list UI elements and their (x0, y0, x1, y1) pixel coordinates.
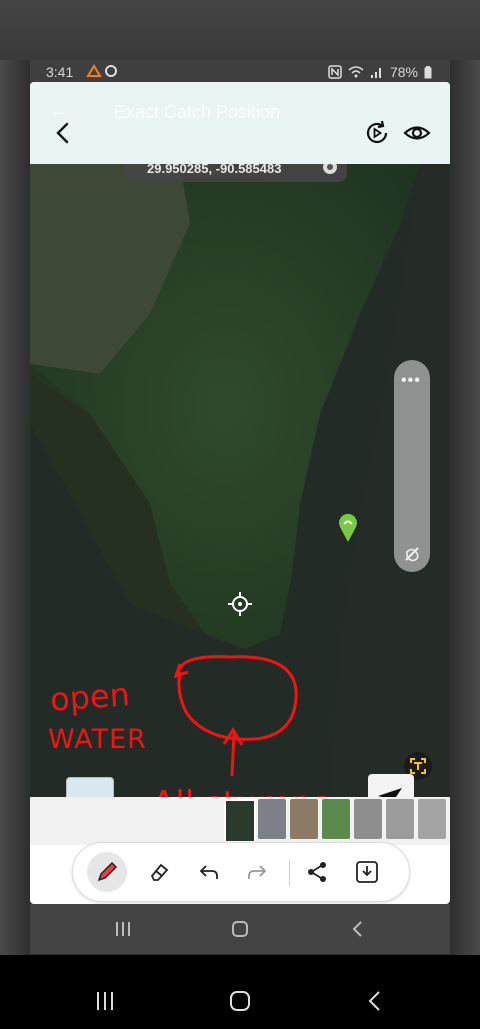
undo-button[interactable] (189, 852, 229, 892)
background-top (0, 0, 480, 60)
photo-thumbnail[interactable] (322, 799, 350, 839)
more-dots-icon[interactable]: ••• (401, 372, 421, 390)
battery-percent: 78% (389, 64, 418, 80)
toolbar-divider (289, 860, 290, 886)
redo-button[interactable] (237, 852, 277, 892)
pen-tool-button[interactable] (87, 852, 127, 892)
back-nav-icon[interactable] (366, 989, 382, 1013)
eraser-icon (150, 863, 169, 881)
app-header: ← Exact Catch Position (30, 82, 450, 164)
photo-thumbnail[interactable] (386, 799, 414, 839)
wifi-icon (348, 66, 364, 78)
status-time: 3:41 (46, 64, 74, 80)
photo-thumbnail[interactable] (258, 799, 286, 839)
photo-thumbnail[interactable] (354, 799, 382, 839)
app-screen: ← Exact Catch Position 29.950285, -90.58… (30, 82, 450, 904)
page-title: Exact Catch Position (114, 102, 281, 122)
coordinates-value: 29.950285, -90.585483 (147, 164, 282, 176)
google-watermark: Goog (38, 878, 75, 894)
eye-icon (403, 126, 431, 140)
download-button[interactable] (347, 852, 387, 892)
photo-thumbnail[interactable] (418, 799, 446, 839)
nfc-icon (328, 65, 342, 79)
replay-icon (366, 120, 388, 144)
eraser-tool-button[interactable] (139, 852, 179, 892)
map-type-thumbnail[interactable] (66, 777, 114, 797)
photo-thumbnail[interactable] (290, 799, 318, 839)
share-icon (308, 862, 326, 882)
background-right (450, 60, 480, 960)
status-bar: 3:41 78% (30, 60, 450, 84)
back-icon (56, 122, 69, 144)
download-icon (356, 861, 378, 883)
status-right: 78% (328, 64, 432, 80)
visibility-button[interactable] (402, 118, 432, 148)
annotation-stumps: All stumps (152, 784, 330, 797)
map-side-menu[interactable]: ••• (394, 360, 430, 572)
inner-navigation-bar (30, 904, 450, 954)
background-left (0, 60, 30, 960)
satellite-map[interactable]: 29.950285, -90.585483 ••• open WATER (30, 164, 450, 797)
photo-thumbnail-strip (30, 797, 450, 845)
back-nav-icon[interactable] (350, 919, 364, 939)
annotation-open: open (48, 675, 132, 719)
home-alert-icon (86, 64, 117, 77)
recents-icon[interactable] (94, 990, 116, 1012)
home-icon[interactable] (228, 989, 252, 1013)
navigate-arrow-icon (378, 788, 402, 797)
annotation-water: WATER (48, 724, 147, 755)
status-app-icons (86, 64, 120, 81)
coordinates-eye-icon[interactable] (321, 164, 339, 176)
share-button[interactable] (297, 852, 337, 892)
recents-icon[interactable] (114, 920, 132, 938)
coordinates-bar: 29.950285, -90.585483 (125, 164, 347, 182)
direction-card[interactable] (368, 774, 414, 797)
photo-thumbnail[interactable] (224, 799, 256, 843)
battery-icon (424, 65, 432, 78)
signal-icon (370, 68, 381, 78)
replay-button[interactable] (362, 118, 392, 148)
hide-layers-icon[interactable] (402, 544, 422, 564)
undo-icon (199, 865, 218, 879)
navigation-bar (0, 972, 480, 1028)
redo-icon (248, 865, 267, 879)
pen-icon (97, 861, 118, 882)
drawing-toolbar (72, 842, 410, 902)
back-button[interactable] (48, 118, 78, 148)
home-icon[interactable] (231, 919, 249, 939)
